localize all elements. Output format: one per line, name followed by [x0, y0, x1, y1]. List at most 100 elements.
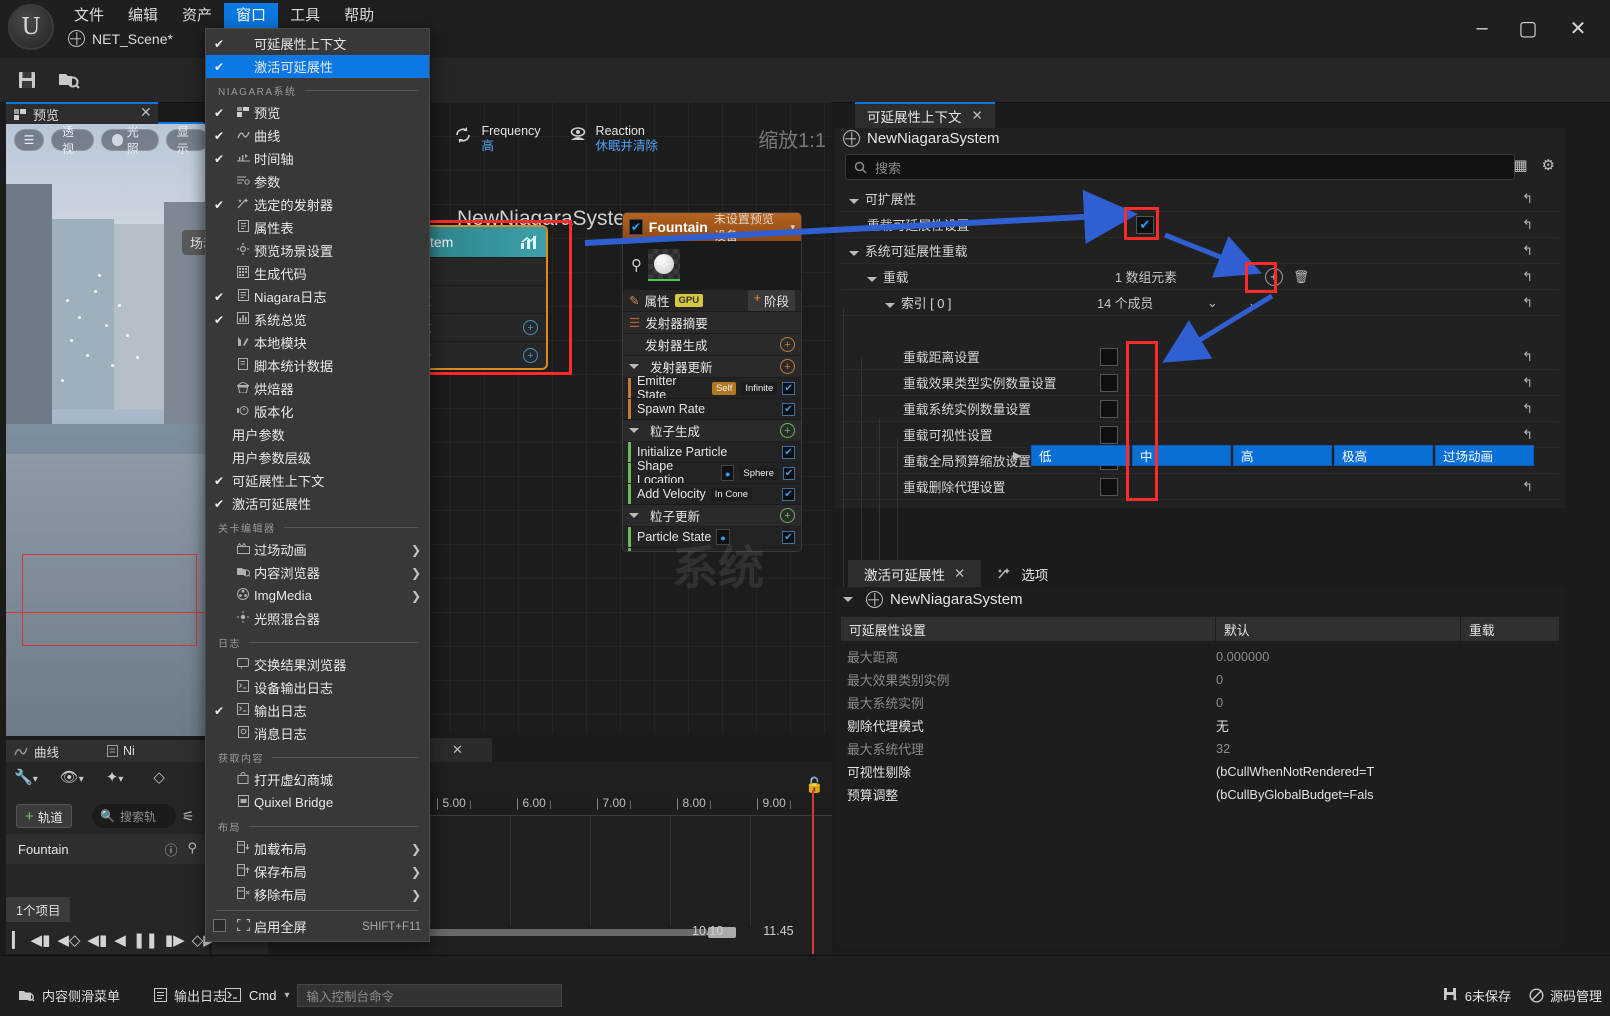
track-row-fountain[interactable]: Fountain ⓘ ⚲ — [6, 834, 209, 864]
menu-item-16[interactable]: 版本化 — [206, 400, 429, 423]
chevron-down-icon[interactable] — [885, 303, 895, 308]
quality-tab-3[interactable]: 极高 — [1334, 445, 1433, 466]
revert-icon[interactable]: ↰ — [1522, 401, 1533, 417]
emitter-summary-row[interactable]: ☰ 发射器摘要 — [623, 311, 801, 333]
eye-dropdown-icon[interactable]: 👁▾ — [60, 768, 84, 786]
scalability-search-input[interactable]: 搜索 — [845, 154, 1515, 180]
module-enable-checkbox[interactable]: ✔ — [782, 382, 795, 395]
menu-item-39[interactable]: 启用全屏SHIFT+F11 — [206, 915, 429, 938]
add-module-icon[interactable]: + — [780, 359, 795, 374]
module-enable-checkbox[interactable]: ✔ — [782, 403, 795, 416]
quality-tab-2[interactable]: 高 — [1233, 445, 1332, 466]
detail-row-1[interactable]: 最大效果类别实例0 — [841, 668, 1559, 691]
scalability-row-2[interactable]: 系统可延展性重载↰ — [841, 238, 1559, 264]
chevron-right-icon[interactable]: ❯ — [411, 566, 421, 580]
chevron-right-icon[interactable]: ❯ — [411, 543, 421, 557]
menu-item-11[interactable]: ✔Niagara日志 — [206, 285, 429, 308]
menu-item-12[interactable]: ✔系统总览 — [206, 308, 429, 331]
menu-item-20[interactable]: ✔激活可延展性 — [206, 492, 429, 515]
scalability-context-tab[interactable]: 可延展性上下文 ✕ — [855, 102, 995, 128]
menu-item-4[interactable]: ✔曲线 — [206, 124, 429, 147]
menu-item-0[interactable]: ✔可延展性上下文 — [206, 32, 429, 55]
preview-tab-close-icon[interactable]: ✕ — [140, 104, 152, 121]
viewport-perspective-button[interactable]: 透视 — [51, 129, 94, 151]
window-minimize-button[interactable]: – — [1462, 8, 1502, 48]
detail-row-2[interactable]: 最大系统实例0 — [841, 691, 1559, 714]
menu-item-15[interactable]: 烘焙器 — [206, 377, 429, 400]
menu-file[interactable]: 文件 — [62, 3, 116, 29]
emitter-section-0[interactable]: 发射器生成+ — [623, 333, 801, 355]
niagara-log-tab[interactable]: Ni — [107, 744, 135, 758]
menu-item-17[interactable]: 用户参数 — [206, 423, 429, 446]
tab-activate-scalability[interactable]: 激活可延展性 ✕ — [848, 560, 981, 587]
menu-item-30[interactable]: 消息日志 — [206, 722, 429, 745]
detail-row-0[interactable]: 最大距离0.000000 — [841, 645, 1559, 668]
window-dropdown-menu[interactable]: ✔可延展性上下文✔激活可延展性NIAGARA系统✔预览✔曲线✔时间轴参数✔选定的… — [205, 28, 430, 942]
menu-item-6[interactable]: 参数 — [206, 170, 429, 193]
menu-item-24[interactable]: ImgMedia❯ — [206, 584, 429, 607]
menu-edit[interactable]: 编辑 — [116, 3, 170, 29]
output-log-button[interactable]: 输出日志 — [142, 978, 238, 1012]
search-track-input[interactable]: 🔍 搜索轨 — [92, 804, 176, 828]
prev-keyframe-button[interactable]: ◀◇ — [57, 931, 80, 949]
menu-item-14[interactable]: 脚本统计数据 — [206, 354, 429, 377]
step-back-button[interactable]: ◀▮ — [87, 931, 107, 949]
revert-icon[interactable]: ↰ — [1522, 427, 1533, 443]
chevron-right-icon[interactable]: ❯ — [411, 842, 421, 856]
menu-item-3[interactable]: ✔预览 — [206, 101, 429, 124]
emitter-node[interactable]: ✔ Fountain 未设置预览设备 ▾ ⚲ ✎ 属性 GPU +阶段 ☰ 发射… — [622, 212, 802, 552]
keys-dropdown-icon[interactable]: ✦▾ — [106, 768, 124, 786]
cmd-label[interactable]: Cmd — [249, 988, 276, 1003]
chevron-down-icon[interactable]: ⌄ — [1207, 295, 1218, 311]
menu-tools[interactable]: 工具 — [278, 3, 332, 29]
menu-item-32[interactable]: 打开虚幻商城 — [206, 768, 429, 791]
window-close-button[interactable]: ✕ — [1558, 8, 1598, 48]
revert-icon[interactable]: ↰ — [1522, 243, 1533, 259]
settings-gear-icon[interactable]: ⚙ — [1542, 156, 1555, 174]
add-module-icon[interactable]: + — [780, 508, 795, 523]
scalability-row-1[interactable]: 重载可延展性设置✔↰ — [841, 212, 1559, 238]
filter-icon[interactable]: ⚟ — [182, 808, 195, 825]
tab-close-icon[interactable]: ✕ — [954, 566, 965, 582]
menu-item-35[interactable]: 加载布局❯ — [206, 837, 429, 860]
detail-row-4[interactable]: 最大系统代理32 — [841, 737, 1559, 760]
unsaved-indicator[interactable]: 6未保存 — [1444, 986, 1511, 1005]
chevron-down-icon[interactable] — [629, 364, 639, 369]
timeline-tab-close-icon[interactable]: ✕ — [452, 742, 463, 758]
revert-icon[interactable]: ↰ — [1522, 375, 1533, 391]
module-enable-checkbox[interactable]: ✔ — [782, 446, 795, 459]
menu-item-9[interactable]: 预览场景设置 — [206, 239, 429, 262]
scalability-row-7[interactable]: 重载效果类型实例数量设置↰ — [841, 370, 1559, 396]
info-icon[interactable]: ⓘ — [164, 840, 177, 859]
emitter-preview-device[interactable]: 未设置预览设备 — [714, 212, 785, 244]
menu-assets[interactable]: 资产 — [170, 3, 224, 29]
pause-button[interactable]: ❚❚ — [133, 931, 158, 949]
chevron-down-icon[interactable]: ▾ — [284, 990, 289, 1001]
scalability-row-11[interactable]: 重载删除代理设置↰ — [841, 474, 1559, 500]
content-drawer-button[interactable]: 内容侧滑菜单 — [6, 978, 132, 1012]
preview-viewport[interactable]: ☰ 透视 光照 显示 Z X — [6, 124, 209, 736]
override-checkbox[interactable] — [1100, 426, 1118, 444]
module-enable-checkbox[interactable]: ✔ — [782, 488, 795, 501]
scalability-row-0[interactable]: 可扩展性↰ — [841, 186, 1559, 212]
viewport-lighting-button[interactable]: 光照 — [101, 129, 158, 151]
add-module-icon[interactable]: + — [780, 337, 795, 352]
chevron-down-icon[interactable] — [843, 597, 853, 602]
menu-item-18[interactable]: 用户参数层级 — [206, 446, 429, 469]
console-command-input[interactable]: 输入控制台命令 — [297, 984, 562, 1007]
revert-icon[interactable]: ↰ — [1522, 269, 1533, 285]
emitter-section-8[interactable]: 粒子更新+ — [623, 504, 801, 526]
revert-icon[interactable]: ↰ — [1522, 349, 1533, 365]
add-track-button[interactable]: + 轨道 — [16, 804, 72, 828]
revert-icon[interactable]: ↰ — [1522, 217, 1533, 233]
viewport-menu-button[interactable]: ☰ — [14, 129, 44, 151]
scalability-row-3[interactable]: 重载1 数组元素+🗑↰ — [841, 264, 1559, 290]
menu-item-25[interactable]: 光照混合器 — [206, 607, 429, 630]
emitter-module-2[interactable]: Emitter StateSelfInfinite✔ — [623, 377, 801, 398]
emitter-enable-checkbox[interactable]: ✔ — [629, 219, 643, 235]
add-module-icon[interactable]: + — [780, 423, 795, 438]
pin-icon[interactable]: ⚲ — [631, 256, 642, 274]
scalability-context-tab-close-icon[interactable]: ✕ — [972, 108, 983, 124]
menu-item-10[interactable]: 生成代码 — [206, 262, 429, 285]
menu-checkbox[interactable] — [213, 919, 226, 932]
